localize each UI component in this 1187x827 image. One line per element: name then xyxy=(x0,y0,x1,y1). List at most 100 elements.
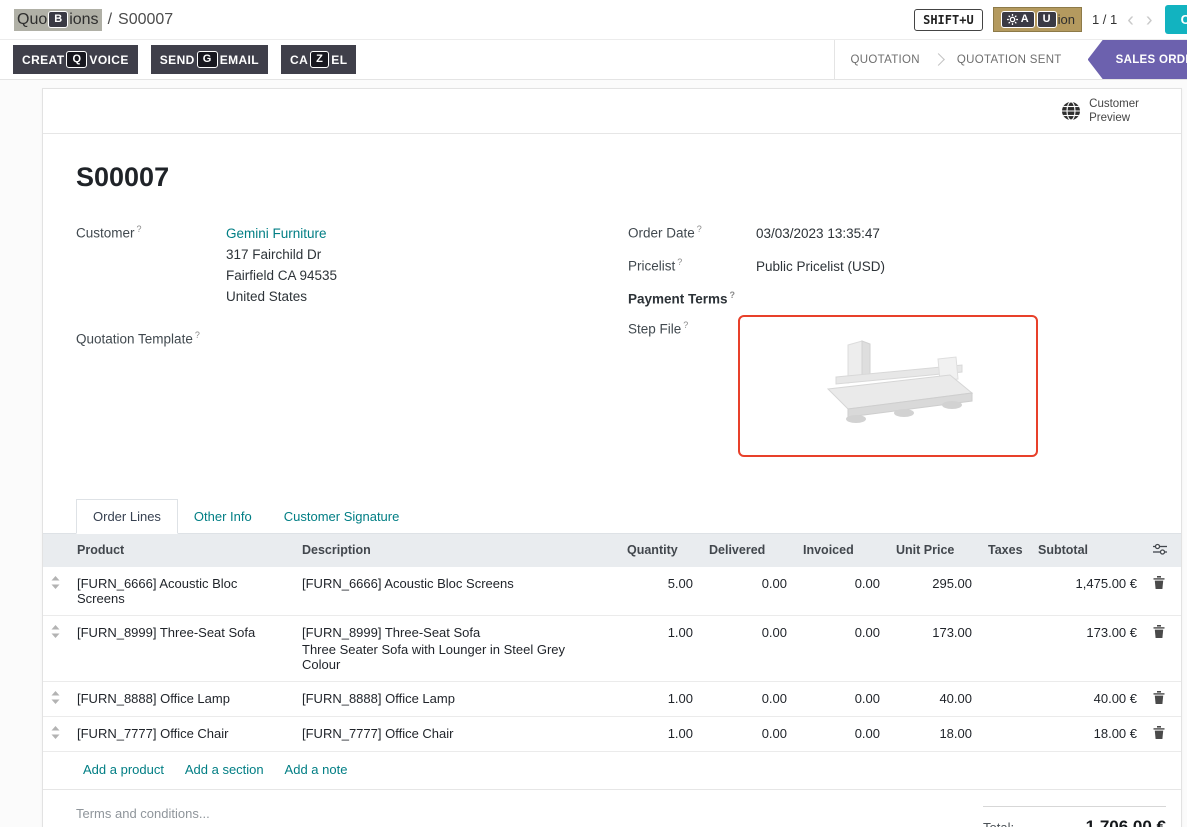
cell-unit-price[interactable]: 18.00 xyxy=(888,716,980,751)
order-lines-table: Product Description Quantity Delivered I… xyxy=(43,534,1181,752)
cell-quantity[interactable]: 1.00 xyxy=(619,716,701,751)
cell-quantity[interactable]: 5.00 xyxy=(619,567,701,616)
stage-quotation[interactable]: QUOTATION xyxy=(835,40,936,79)
breadcrumb-current: S00007 xyxy=(118,11,173,29)
sheet-footer: Terms and conditions... Total: 1,706.00 … xyxy=(43,790,1181,827)
keyboard-hint-badge: G xyxy=(197,51,218,68)
cell-taxes[interactable] xyxy=(980,681,1030,716)
add-note-link[interactable]: Add a note xyxy=(285,762,348,777)
customer-address-line3: United States xyxy=(226,286,337,307)
chevron-right-icon[interactable]: › xyxy=(1144,10,1155,30)
cell-product[interactable]: [FURN_7777] Office Chair xyxy=(69,716,294,751)
cell-product[interactable]: [FURN_6666] Acoustic Bloc Screens xyxy=(69,567,294,616)
delete-row-icon[interactable] xyxy=(1153,726,1165,739)
terms-and-conditions-input[interactable]: Terms and conditions... xyxy=(76,806,210,827)
quotation-template-field-label: Quotation Template? xyxy=(76,329,226,347)
cell-description[interactable]: [FURN_8888] Office Lamp xyxy=(294,681,619,716)
delete-row-icon[interactable] xyxy=(1153,625,1165,638)
tab-order-lines[interactable]: Order Lines xyxy=(76,499,178,534)
drag-handle-icon[interactable] xyxy=(43,615,69,681)
customer-address-line2: Fairfield CA 94535 xyxy=(226,265,337,286)
record-pager: 1 / 1 ‹ › xyxy=(1092,10,1155,30)
customer-field-label: Customer? xyxy=(76,223,226,307)
help-question-mark: ? xyxy=(137,224,142,234)
handle-column-header xyxy=(43,534,69,567)
column-header-product: Product xyxy=(69,534,294,567)
cell-invoiced[interactable]: 0.00 xyxy=(795,615,888,681)
order-line-row[interactable]: [FURN_7777] Office Chair [FURN_7777] Off… xyxy=(43,716,1181,751)
drag-handle-icon[interactable] xyxy=(43,716,69,751)
record-title: S00007 xyxy=(76,162,1148,193)
order-date-field-value[interactable]: 03/03/2023 13:35:47 xyxy=(756,223,880,244)
order-line-row[interactable]: [FURN_6666] Acoustic Bloc Screens [FURN_… xyxy=(43,567,1181,616)
column-header-taxes: Taxes xyxy=(980,534,1030,567)
breadcrumb-parent-text-post: ions xyxy=(69,11,98,29)
cell-delivered[interactable]: 0.00 xyxy=(701,567,795,616)
cell-taxes[interactable] xyxy=(980,567,1030,616)
customer-preview-button[interactable]: Customer Preview xyxy=(1061,97,1139,125)
help-question-mark: ? xyxy=(730,290,736,300)
column-header-subtotal: Subtotal xyxy=(1030,534,1145,567)
customer-preview-label-line2: Preview xyxy=(1089,111,1139,125)
chevron-left-icon[interactable]: ‹ xyxy=(1125,10,1136,30)
step-file-image[interactable] xyxy=(738,315,1038,457)
send-email-button[interactable]: SENDGEMAIL xyxy=(151,45,268,74)
cell-taxes[interactable] xyxy=(980,615,1030,681)
action-menu-button[interactable]: A U ion xyxy=(993,7,1082,32)
cell-subtotal: 40.00 € xyxy=(1030,681,1145,716)
cell-description-extra: Three Seater Sofa with Lounger in Steel … xyxy=(302,642,597,672)
keyboard-hint-badge: Q xyxy=(66,51,87,68)
stage-quotation-sent[interactable]: QUOTATION SENT xyxy=(941,40,1078,79)
cell-product[interactable]: [FURN_8888] Office Lamp xyxy=(69,681,294,716)
order-date-field-label: Order Date? xyxy=(628,223,756,244)
drag-handle-icon[interactable] xyxy=(43,681,69,716)
order-line-row[interactable]: [FURN_8888] Office Lamp [FURN_8888] Offi… xyxy=(43,681,1181,716)
drag-handle-icon[interactable] xyxy=(43,567,69,616)
sliders-icon xyxy=(1153,543,1167,555)
cell-unit-price[interactable]: 295.00 xyxy=(888,567,980,616)
cell-quantity[interactable]: 1.00 xyxy=(619,681,701,716)
customer-name-link[interactable]: Gemini Furniture xyxy=(226,223,337,244)
breadcrumb-parent[interactable]: QuoBions xyxy=(14,9,102,31)
stage-sales-order[interactable]: SALES ORDER xyxy=(1088,40,1187,79)
cell-invoiced[interactable]: 0.00 xyxy=(795,716,888,751)
add-section-link[interactable]: Add a section xyxy=(185,762,264,777)
cell-delivered[interactable]: 0.00 xyxy=(701,681,795,716)
cell-description[interactable]: [FURN_7777] Office Chair xyxy=(294,716,619,751)
notebook-tabs: Order Lines Other Info Customer Signatur… xyxy=(43,499,1181,534)
cell-quantity[interactable]: 1.00 xyxy=(619,615,701,681)
cell-description[interactable]: [FURN_6666] Acoustic Bloc Screens xyxy=(294,567,619,616)
cell-unit-price[interactable]: 40.00 xyxy=(888,681,980,716)
cell-delivered[interactable]: 0.00 xyxy=(701,716,795,751)
help-question-mark: ? xyxy=(677,257,682,267)
form-sheet: Customer Preview S00007 Customer? Gemini… xyxy=(42,88,1182,827)
cell-delivered[interactable]: 0.00 xyxy=(701,615,795,681)
customer-address-line1: 317 Fairchild Dr xyxy=(226,244,337,265)
button-label: EMAIL xyxy=(220,53,259,67)
close-button[interactable]: Close xyxy=(1165,5,1187,34)
payment-terms-field-label: Payment Terms? xyxy=(628,289,756,307)
cell-invoiced[interactable]: 0.00 xyxy=(795,681,888,716)
tab-customer-signature[interactable]: Customer Signature xyxy=(268,500,416,533)
column-header-invoiced: Invoiced xyxy=(795,534,888,567)
delete-row-icon[interactable] xyxy=(1153,691,1165,704)
globe-icon xyxy=(1061,101,1081,121)
cell-taxes[interactable] xyxy=(980,716,1030,751)
order-line-row[interactable]: [FURN_8999] Three-Seat Sofa [FURN_8999] … xyxy=(43,615,1181,681)
cell-invoiced[interactable]: 0.00 xyxy=(795,567,888,616)
cell-description[interactable]: [FURN_8999] Three-Seat Sofa Three Seater… xyxy=(294,615,619,681)
cell-unit-price[interactable]: 173.00 xyxy=(888,615,980,681)
add-product-link[interactable]: Add a product xyxy=(83,762,164,777)
create-invoice-button[interactable]: CREATQVOICE xyxy=(13,45,138,74)
optional-columns-button[interactable] xyxy=(1145,534,1181,567)
order-total: Total: 1,706.00 € xyxy=(983,806,1166,827)
cancel-button[interactable]: CAZEL xyxy=(281,45,356,74)
step-file-3d-render xyxy=(740,317,1036,455)
help-question-mark: ? xyxy=(697,224,702,234)
pricelist-field-value[interactable]: Public Pricelist (USD) xyxy=(756,256,885,277)
column-header-quantity: Quantity xyxy=(619,534,701,567)
cell-product[interactable]: [FURN_8999] Three-Seat Sofa xyxy=(69,615,294,681)
tab-other-info[interactable]: Other Info xyxy=(178,500,268,533)
top-navbar: QuoBions / S00007 SHIFT+U A U ion 1 / 1 … xyxy=(0,0,1187,40)
delete-row-icon[interactable] xyxy=(1153,576,1165,589)
